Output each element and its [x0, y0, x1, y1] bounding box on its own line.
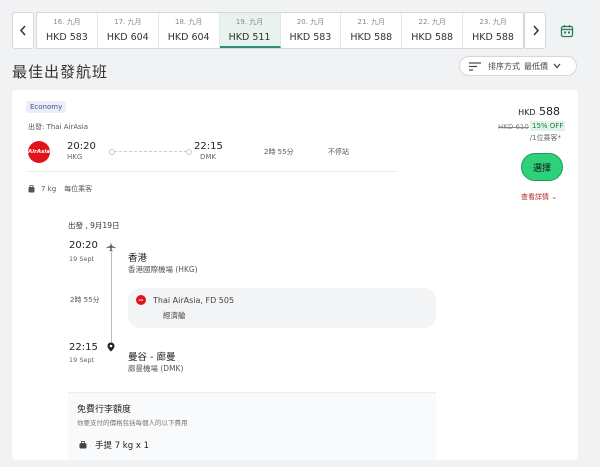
detail-departure-time: 20:20	[69, 240, 98, 251]
details-label: 查看詳情	[521, 193, 549, 201]
date-label: 21. 九月	[357, 18, 385, 26]
luggage-icon	[28, 185, 35, 193]
baggage-item: 手提 7 kg x 1	[79, 439, 149, 451]
sort-dropdown[interactable]: 排序方式 最低價	[459, 56, 577, 76]
per-person-note: /1位乘客*	[529, 134, 561, 142]
carry-on-bag-icon	[79, 441, 87, 449]
cabin-badge: Economy	[26, 101, 67, 113]
departure-city: 香港	[128, 253, 148, 264]
chevron-up-icon: ⌄	[551, 193, 558, 201]
depart-airline-label: 出發: Thai AirAsia	[28, 123, 89, 131]
date-tab[interactable]: 22. 九月 HKD 588	[402, 13, 464, 48]
date-price: HKD 583	[289, 32, 332, 43]
departure-airport: HKG	[67, 153, 83, 161]
date-tab[interactable]: 20. 九月 HKD 583	[281, 13, 342, 48]
date-label: 22. 九月	[418, 18, 446, 26]
select-flight-button[interactable]: 選擇	[521, 153, 563, 181]
flight-duration: 2時 55分	[264, 148, 294, 156]
baggage-allowance: 免費行李額度 你要支付的價格包括每個人的以下費用 手提 7 kg x 1	[68, 392, 436, 460]
sort-label: 排序方式	[488, 61, 520, 71]
airasia-small-logo: AA	[136, 295, 146, 305]
segment-duration: 2時 55分	[70, 296, 100, 304]
discount-badge: 15% OFF	[530, 121, 566, 131]
segment-info: AA Thai AirAsia, FD 505 經濟艙	[128, 288, 436, 328]
baggage-subtitle: 你要支付的價格包括每個人的以下費用	[77, 419, 188, 427]
arrival-time: 22:15	[194, 141, 223, 152]
timeline-line	[111, 252, 112, 343]
date-label: 19. 九月	[235, 18, 264, 26]
stops-info: 不停站	[328, 148, 349, 156]
date-tab-selected[interactable]: 19. 九月 HKD 511	[219, 13, 281, 48]
logo-text: AirAsia	[28, 149, 50, 155]
baggage-note: 每位乘客	[64, 185, 93, 193]
baggage-item-label: 手提 7 kg x 1	[95, 441, 149, 451]
price-amount: 588	[539, 105, 560, 118]
next-dates-button[interactable]	[524, 12, 546, 49]
sort-icon	[469, 61, 481, 71]
date-tab[interactable]: 18. 九月 HKD 604	[159, 13, 220, 48]
divider	[26, 171, 398, 172]
price-currency: HKD	[518, 108, 536, 117]
arrival-airport: DMK	[200, 153, 217, 161]
date-list: 16. 九月 HKD 583 17. 九月 HKD 604 18. 九月 HKD 60…	[36, 12, 524, 49]
date-price: HKD 604	[106, 32, 149, 43]
date-tab[interactable]: 17. 九月 HKD 604	[98, 13, 159, 48]
date-price: HKD 604	[167, 32, 210, 43]
plane-icon	[106, 242, 116, 252]
chevron-right-icon	[532, 25, 539, 36]
date-tab[interactable]: 21. 九月 HKD 588	[341, 13, 403, 48]
arrival-city: 曼谷 - 廊曼	[128, 352, 176, 363]
date-price: HKD 583	[46, 32, 88, 43]
segment-class: 經濟艙	[163, 311, 186, 320]
date-label: 16. 九月	[53, 18, 81, 26]
segment-airline: Thai AirAsia, FD 505	[153, 296, 235, 305]
date-selector: 16. 九月 HKD 583 17. 九月 HKD 604 18. 九月 HKD 60…	[12, 12, 578, 49]
detail-departure-date: 19 Sept	[69, 255, 95, 263]
date-label: 20. 九月	[296, 18, 325, 26]
details-title: 出發 , 9月19日	[68, 221, 120, 230]
original-price: HKD 610	[498, 123, 529, 131]
sort-value: 最低價	[524, 61, 548, 71]
chevron-left-icon	[19, 25, 26, 36]
chevron-down-icon	[553, 63, 561, 69]
detail-arrival-date: 19 Sept	[69, 356, 95, 364]
date-price: HKD 588	[472, 32, 514, 43]
previous-dates-button[interactable]	[12, 12, 34, 49]
flight-card: Economy 出發: Thai AirAsia AirAsia 20:20 H…	[12, 90, 578, 460]
date-price: HKD 588	[411, 32, 454, 43]
calendar-button[interactable]	[556, 12, 578, 49]
departure-time: 20:20	[67, 141, 96, 152]
baggage-title: 免費行李額度	[77, 405, 132, 415]
date-label: 17. 九月	[114, 18, 142, 26]
date-price: HKD 511	[228, 32, 271, 43]
arrival-airport-name: 廊曼機場 (DMK)	[128, 364, 184, 373]
detail-arrival-time: 22:15	[69, 342, 98, 353]
departure-airport-name: 香港國際機場 (HKG)	[128, 265, 198, 274]
date-label: 23. 九月	[479, 18, 507, 26]
date-tab[interactable]: 16. 九月 HKD 583	[37, 13, 98, 48]
baggage-summary: 7 kg 每位乘客	[28, 184, 92, 194]
location-pin-icon	[107, 342, 115, 352]
date-tab[interactable]: 23. 九月 HKD 588	[463, 13, 523, 48]
route-line	[109, 149, 192, 155]
price: HKD 588	[518, 105, 560, 118]
page-title: 最佳出發航班	[12, 63, 109, 81]
calendar-icon	[560, 24, 574, 37]
baggage-weight: 7 kg	[41, 185, 57, 193]
date-price: HKD 588	[350, 32, 393, 43]
airasia-logo: AirAsia	[28, 141, 50, 163]
date-label: 18. 九月	[175, 18, 203, 26]
view-details-link[interactable]: 查看詳情 ⌄	[521, 192, 557, 202]
